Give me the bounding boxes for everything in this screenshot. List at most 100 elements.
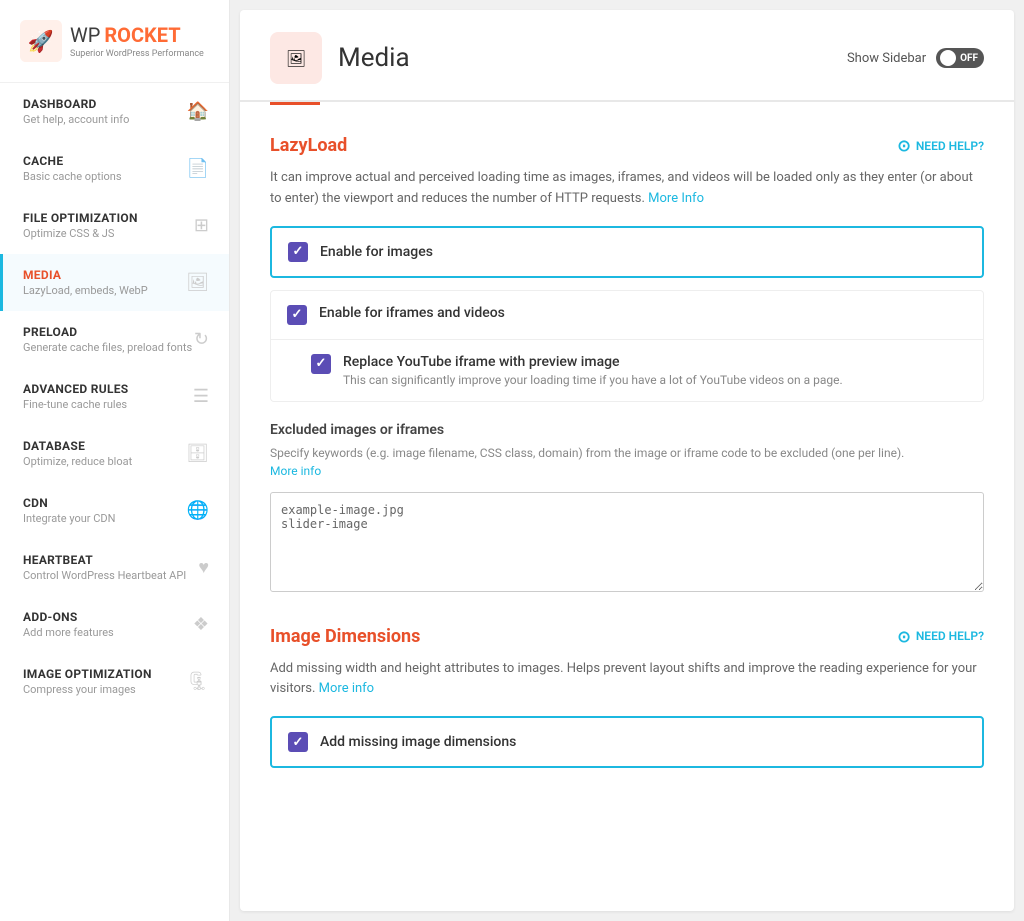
lazyload-title: LazyLoad — [270, 135, 347, 156]
lazyload-desc: It can improve actual and perceived load… — [270, 168, 984, 210]
media-page-icon: 🖼 — [281, 43, 311, 73]
lazyload-section-header: LazyLoad ⊙ NEED HELP? — [270, 135, 984, 156]
nav-icon-media: 🖼 — [186, 272, 209, 293]
checkmark-dimensions-icon: ✓ — [293, 735, 304, 750]
sidebar-item-image-optimization[interactable]: IMAGE OPTIMIZATION Compress your images … — [0, 653, 229, 710]
nav-item-title-add-ons: ADD-ONS — [23, 610, 114, 624]
excluded-more-info-link[interactable]: More info — [270, 464, 321, 478]
replace-youtube-sub: This can significantly improve your load… — [343, 373, 843, 387]
page-icon: 🖼 — [270, 32, 322, 84]
replace-youtube-label: Replace YouTube iframe with preview imag… — [343, 354, 843, 370]
logo[interactable]: 🚀 WP ROCKET Superior WordPress Performan… — [20, 20, 209, 62]
toggle-label: OFF — [960, 53, 978, 64]
image-dimensions-need-help[interactable]: ⊙ NEED HELP? — [897, 627, 984, 646]
lazyload-section: LazyLoad ⊙ NEED HELP? It can improve act… — [270, 135, 984, 596]
nav-item-subtitle-advanced-rules: Fine-tune cache rules — [23, 398, 128, 411]
logo-area: 🚀 WP ROCKET Superior WordPress Performan… — [0, 0, 229, 83]
excluded-textarea[interactable]: example-image.jpg slider-image — [270, 492, 984, 592]
lazyload-need-help-label: NEED HELP? — [916, 139, 984, 153]
nav-item-subtitle-image-optimization: Compress your images — [23, 683, 152, 696]
sidebar-item-database[interactable]: DATABASE Optimize, reduce bloat 🗄 — [0, 425, 229, 482]
logo-subtitle: Superior WordPress Performance — [70, 49, 204, 59]
nav-icon-cdn: 🌐 — [187, 500, 209, 521]
excluded-section: Excluded images or iframes Specify keywo… — [270, 422, 984, 596]
nav-item-title-preload: PRELOAD — [23, 325, 192, 339]
nav-icon-database: 🗄 — [186, 443, 209, 464]
nav-item-title-cdn: CDN — [23, 496, 115, 510]
sidebar-item-dashboard[interactable]: DASHBOARD Get help, account info 🏠 — [0, 83, 229, 140]
image-dimensions-desc: Add missing width and height attributes … — [270, 659, 984, 701]
lazyload-need-help[interactable]: ⊙ NEED HELP? — [897, 136, 984, 155]
nav-item-title-dashboard: DASHBOARD — [23, 97, 129, 111]
main-content: 🖼 Media Show Sidebar OFF LazyLoad ⊙ NEED… — [240, 10, 1014, 911]
nav-icon-image-optimization: 🗜 — [186, 671, 209, 692]
nav-item-subtitle-cache: Basic cache options — [23, 170, 122, 183]
nav-icon-cache: 📄 — [187, 158, 209, 179]
nav-item-subtitle-file-optimization: Optimize CSS & JS — [23, 227, 138, 240]
sidebar-item-add-ons[interactable]: ADD-ONS Add more features ❖ — [0, 596, 229, 653]
checkmark-icon: ✓ — [293, 244, 304, 259]
page-header-underline — [270, 102, 320, 105]
nav-item-subtitle-media: LazyLoad, embeds, WebP — [23, 284, 148, 297]
checkmark-iframes-icon: ✓ — [292, 307, 303, 322]
nav-item-title-cache: CACHE — [23, 154, 122, 168]
nav-icon-preload: ↻ — [194, 329, 209, 350]
nav-item-title-advanced-rules: ADVANCED RULES — [23, 382, 128, 396]
image-dimensions-header: Image Dimensions ⊙ NEED HELP? — [270, 626, 984, 647]
sidebar-item-file-optimization[interactable]: FILE OPTIMIZATION Optimize CSS & JS ⊞ — [0, 197, 229, 254]
nav-item-subtitle-add-ons: Add more features — [23, 626, 114, 639]
nav-icon-add-ons: ❖ — [193, 614, 209, 635]
nav-item-subtitle-dashboard: Get help, account info — [23, 113, 129, 126]
checkmark-youtube-icon: ✓ — [316, 356, 327, 371]
page-header-right: Show Sidebar OFF — [847, 48, 984, 68]
nav-item-subtitle-preload: Generate cache files, preload fonts — [23, 341, 192, 354]
enable-images-option: ✓ Enable for images — [270, 226, 984, 278]
sidebar-item-media[interactable]: MEDIA LazyLoad, embeds, WebP 🖼 — [0, 254, 229, 311]
help-icon-2: ⊙ — [897, 627, 910, 646]
add-missing-dimensions-checkbox[interactable]: ✓ — [288, 732, 308, 752]
sidebar-item-heartbeat[interactable]: HEARTBEAT Control WordPress Heartbeat AP… — [0, 539, 229, 596]
nav-item-title-file-optimization: FILE OPTIMIZATION — [23, 211, 138, 225]
nav-item-title-image-optimization: IMAGE OPTIMIZATION — [23, 667, 152, 681]
enable-images-checkbox[interactable]: ✓ — [288, 242, 308, 262]
excluded-desc: Specify keywords (e.g. image filename, C… — [270, 444, 984, 480]
content-body: LazyLoad ⊙ NEED HELP? It can improve act… — [240, 135, 1014, 798]
toggle-knob — [940, 50, 956, 66]
image-dimensions-title: Image Dimensions — [270, 626, 420, 647]
nav-item-subtitle-cdn: Integrate your CDN — [23, 512, 115, 525]
nav-item-subtitle-heartbeat: Control WordPress Heartbeat API — [23, 569, 186, 582]
sidebar-nav: DASHBOARD Get help, account info 🏠 CACHE… — [0, 83, 229, 710]
sidebar: 🚀 WP ROCKET Superior WordPress Performan… — [0, 0, 230, 921]
excluded-title: Excluded images or iframes — [270, 422, 984, 438]
nav-item-subtitle-database: Optimize, reduce bloat — [23, 455, 132, 468]
sidebar-item-advanced-rules[interactable]: ADVANCED RULES Fine-tune cache rules ☰ — [0, 368, 229, 425]
page-header-left: 🖼 Media — [270, 32, 410, 84]
svg-text:🚀: 🚀 — [28, 29, 54, 55]
nav-icon-file-optimization: ⊞ — [194, 215, 209, 236]
image-dimensions-more-info-link[interactable]: More info — [319, 681, 374, 696]
sidebar-item-cdn[interactable]: CDN Integrate your CDN 🌐 — [0, 482, 229, 539]
enable-iframes-checkbox[interactable]: ✓ — [287, 305, 307, 325]
enable-images-label: Enable for images — [320, 244, 433, 260]
image-dimensions-need-help-label: NEED HELP? — [916, 629, 984, 643]
nav-icon-dashboard: 🏠 — [187, 101, 209, 122]
enable-iframes-option: ✓ Enable for iframes and videos — [270, 290, 984, 340]
svg-text:🖼: 🖼 — [286, 49, 306, 68]
wp-rocket-logo-icon: 🚀 — [20, 20, 62, 62]
nav-item-title-heartbeat: HEARTBEAT — [23, 553, 186, 567]
add-missing-dimensions-option: ✓ Add missing image dimensions — [270, 716, 984, 768]
logo-rocket-text: ROCKET — [104, 23, 180, 47]
nav-icon-heartbeat: ♥ — [198, 557, 209, 578]
page-header: 🖼 Media Show Sidebar OFF — [240, 10, 1014, 102]
sidebar-toggle[interactable]: OFF — [936, 48, 984, 68]
nav-icon-advanced-rules: ☰ — [193, 386, 209, 407]
sidebar-item-preload[interactable]: PRELOAD Generate cache files, preload fo… — [0, 311, 229, 368]
enable-iframes-label: Enable for iframes and videos — [319, 305, 505, 321]
sidebar-item-cache[interactable]: CACHE Basic cache options 📄 — [0, 140, 229, 197]
replace-youtube-option: ✓ Replace YouTube iframe with preview im… — [270, 340, 984, 402]
lazyload-more-info-link[interactable]: More Info — [648, 191, 704, 206]
image-dimensions-section: Image Dimensions ⊙ NEED HELP? Add missin… — [270, 626, 984, 769]
help-icon: ⊙ — [897, 136, 910, 155]
page-title: Media — [338, 43, 410, 73]
replace-youtube-checkbox[interactable]: ✓ — [311, 354, 331, 374]
